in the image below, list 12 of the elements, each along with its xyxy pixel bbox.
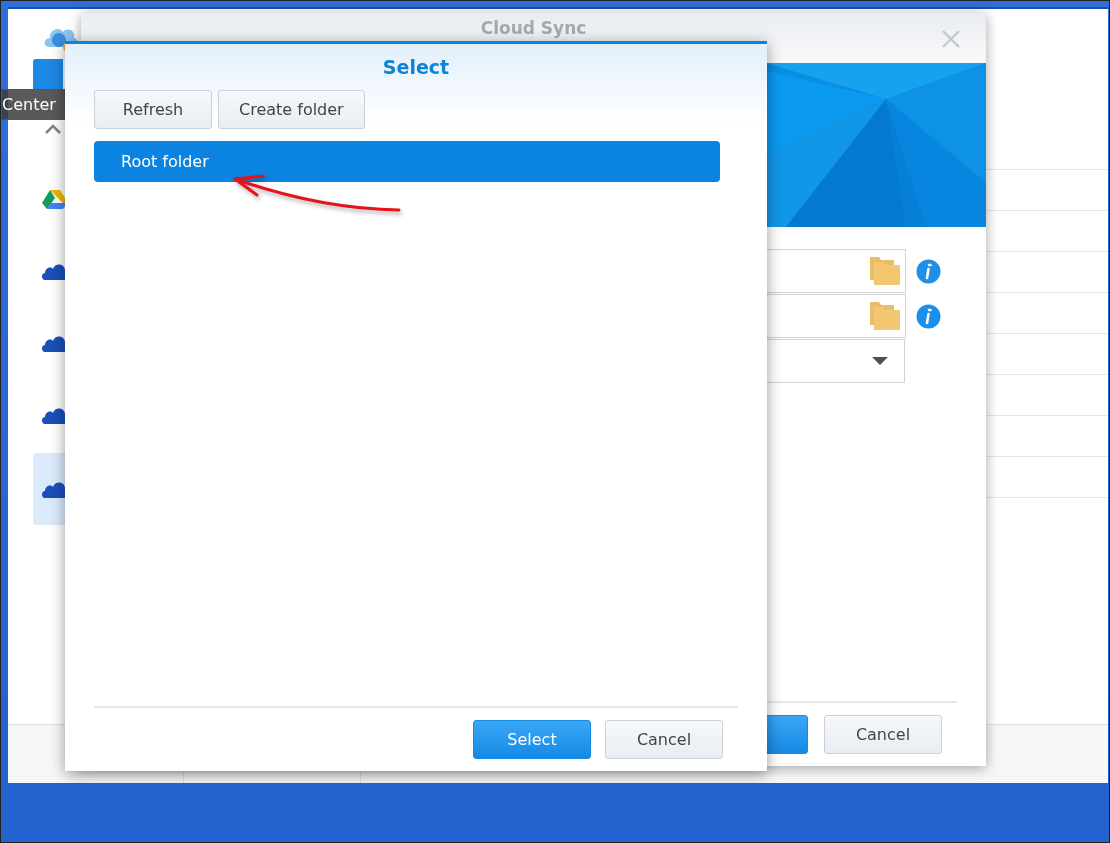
caret-icon[interactable] bbox=[872, 356, 888, 366]
info-icon[interactable] bbox=[916, 258, 941, 284]
chevron-up-icon[interactable] bbox=[43, 123, 63, 135]
window-title: Cloud Sync bbox=[480, 18, 587, 38]
dialog-title: Select bbox=[382, 56, 450, 78]
cancel-button[interactable]: Cancel bbox=[605, 720, 723, 759]
info-icon[interactable] bbox=[916, 303, 941, 329]
toolbar-button[interactable]: Create folder bbox=[218, 90, 365, 129]
cancel-button[interactable]: Cancel bbox=[824, 715, 942, 754]
toolbar-button[interactable]: Refresh bbox=[94, 90, 212, 129]
folder-row[interactable]: Root folder bbox=[94, 141, 720, 182]
tooltip: Center bbox=[1, 89, 65, 120]
